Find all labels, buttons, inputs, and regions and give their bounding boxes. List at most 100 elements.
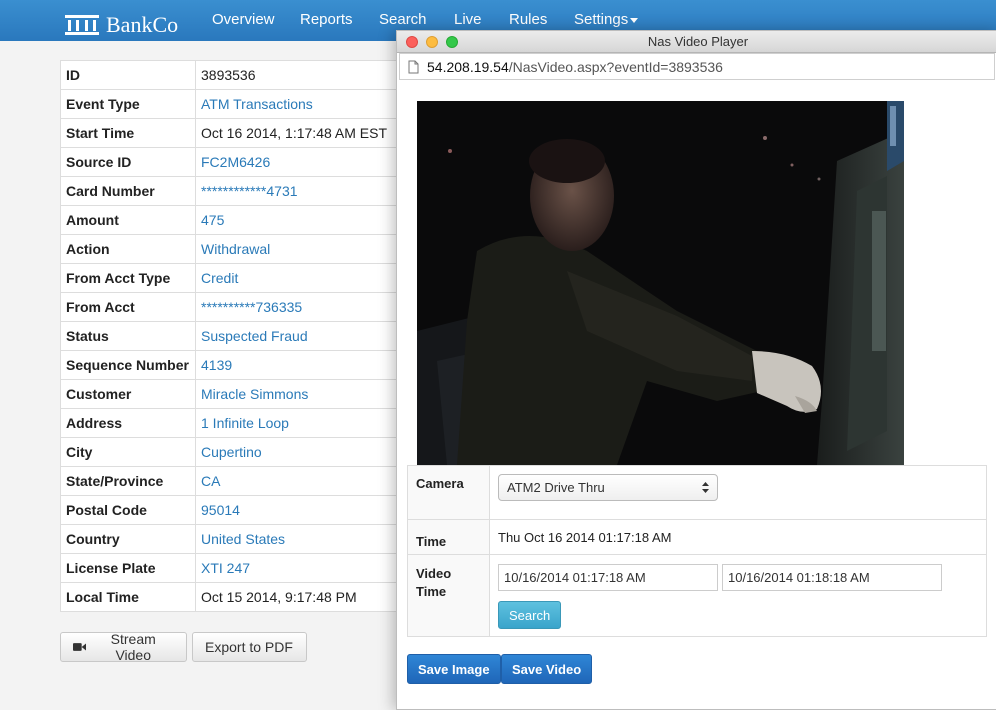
video-time-label: Video Time <box>407 554 490 637</box>
event-details-table: ID 3893536 Event Type ATM Transactions Sta… <box>60 60 400 612</box>
brand-name: BankCo <box>106 12 179 37</box>
detail-label: Source ID <box>60 147 196 177</box>
detail-link[interactable]: XTI 247 <box>195 553 400 583</box>
detail-value: 3893536 <box>195 60 400 90</box>
video-camera-icon <box>73 643 87 651</box>
detail-link[interactable]: ATM Transactions <box>195 89 400 119</box>
detail-link[interactable]: 1 Infinite Loop <box>195 408 400 438</box>
nav-live[interactable]: Live <box>454 11 482 28</box>
table-row: Card Number ************4731 <box>60 176 400 206</box>
stream-video-label: Stream Video <box>110 631 156 663</box>
time-label: Time <box>407 519 490 555</box>
nav-rules[interactable]: Rules <box>509 11 547 28</box>
page-icon <box>408 60 419 73</box>
table-row: Source ID FC2M6426 <box>60 147 400 177</box>
detail-link[interactable]: **********736335 <box>195 292 400 322</box>
camera-label: Camera <box>407 465 490 520</box>
detail-link[interactable]: 4139 <box>195 350 400 380</box>
detail-link[interactable]: Credit <box>195 263 400 293</box>
detail-label: Address <box>60 408 196 438</box>
table-row: Address 1 Infinite Loop <box>60 408 400 438</box>
table-row: License Plate XTI 247 <box>60 553 400 583</box>
detail-label: Start Time <box>60 118 196 148</box>
search-button[interactable]: Search <box>498 601 562 629</box>
start-time-input[interactable] <box>498 564 718 591</box>
bank-building-icon <box>65 15 99 35</box>
caret-down-icon <box>630 17 639 23</box>
nav-search[interactable]: Search <box>379 11 427 28</box>
nav-settings-label: Settings <box>574 11 629 28</box>
table-row: Customer Miracle Simmons <box>60 379 400 409</box>
detail-label: State/Province <box>60 466 196 496</box>
detail-label: ID <box>60 60 196 90</box>
save-image-button[interactable]: Save Image <box>407 654 501 684</box>
table-row: Start Time Oct 16 2014, 1:17:48 AM EST <box>60 118 400 148</box>
stream-video-button[interactable]: Stream Video <box>60 631 187 663</box>
select-arrows-icon <box>702 482 709 493</box>
video-frame[interactable] <box>417 101 904 465</box>
detail-link[interactable]: ************4731 <box>195 176 400 206</box>
detail-link[interactable]: 95014 <box>195 495 400 525</box>
detail-link[interactable]: FC2M6426 <box>195 147 400 177</box>
detail-label: Status <box>60 321 196 351</box>
address-bar[interactable]: 54.208.19.54/NasVideo.aspx?eventId=38935… <box>399 53 995 80</box>
window-title: Nas Video Player <box>647 34 749 49</box>
video-player-window: Nas Video Player 54.208.19.54/NasVideo.a… <box>396 30 996 710</box>
detail-label: Customer <box>60 379 196 409</box>
video-time-row: Video Time Search <box>407 554 987 637</box>
table-row: Local Time Oct 15 2014, 9:17:48 PM <box>60 582 400 612</box>
cctv-frame-image <box>417 101 904 465</box>
detail-link[interactable]: Withdrawal <box>195 234 400 264</box>
video-time-label-line2: Time <box>416 584 447 599</box>
time-row: Time Thu Oct 16 2014 01:17:18 AM <box>407 519 987 555</box>
detail-link[interactable]: 475 <box>195 205 400 235</box>
table-row: From Acct Type Credit <box>60 263 400 293</box>
table-row: City Cupertino <box>60 437 400 467</box>
table-row: Action Withdrawal <box>60 234 400 264</box>
url-host: 54.208.19.54 <box>427 58 509 75</box>
detail-label: Local Time <box>60 582 196 612</box>
nav-overview[interactable]: Overview <box>212 11 275 28</box>
table-row: From Acct **********736335 <box>60 292 400 322</box>
detail-label: Country <box>60 524 196 554</box>
end-time-input[interactable] <box>722 564 942 591</box>
camera-row: Camera ATM2 Drive Thru <box>407 465 987 520</box>
detail-link[interactable]: CA <box>195 466 400 496</box>
table-row: Event Type ATM Transactions <box>60 89 400 119</box>
detail-link[interactable]: Cupertino <box>195 437 400 467</box>
time-value: Thu Oct 16 2014 01:17:18 AM <box>489 519 987 555</box>
detail-label: Amount <box>60 205 196 235</box>
brand-logo[interactable]: BankCo <box>64 12 179 37</box>
video-controls-table: Camera ATM2 Drive Thru Time Thu Oct 16 2… <box>407 465 987 637</box>
table-row: ID 3893536 <box>60 60 400 90</box>
detail-value: Oct 16 2014, 1:17:48 AM EST <box>195 118 400 148</box>
table-row: State/Province CA <box>60 466 400 496</box>
camera-select[interactable]: ATM2 Drive Thru <box>498 474 718 501</box>
detail-label: Card Number <box>60 176 196 206</box>
detail-value: Oct 15 2014, 9:17:48 PM <box>195 582 400 612</box>
camera-select-value: ATM2 Drive Thru <box>507 480 605 495</box>
camera-cell: ATM2 Drive Thru <box>489 465 987 520</box>
detail-label: License Plate <box>60 553 196 583</box>
detail-link[interactable]: Miracle Simmons <box>195 379 400 409</box>
detail-link[interactable]: Suspected Fraud <box>195 321 400 351</box>
table-row: Postal Code 95014 <box>60 495 400 525</box>
detail-label: From Acct <box>60 292 196 322</box>
window-titlebar[interactable]: Nas Video Player <box>397 31 996 53</box>
detail-label: Action <box>60 234 196 264</box>
video-time-label-line1: Video <box>416 566 452 581</box>
nav-settings[interactable]: Settings <box>574 11 639 28</box>
detail-link[interactable]: United States <box>195 524 400 554</box>
detail-label: Sequence Number <box>60 350 196 380</box>
detail-label: Event Type <box>60 89 196 119</box>
detail-label: From Acct Type <box>60 263 196 293</box>
detail-label: Postal Code <box>60 495 196 525</box>
nav-reports[interactable]: Reports <box>300 11 353 28</box>
video-time-cell: Search <box>489 554 987 637</box>
export-pdf-label: Export to PDF <box>205 639 293 655</box>
time-range-inputs <box>498 564 978 591</box>
table-row: Status Suspected Fraud <box>60 321 400 351</box>
export-pdf-button[interactable]: Export to PDF <box>192 632 307 662</box>
url-path: /NasVideo.aspx?eventId=3893536 <box>508 58 723 75</box>
save-video-button[interactable]: Save Video <box>501 654 593 684</box>
